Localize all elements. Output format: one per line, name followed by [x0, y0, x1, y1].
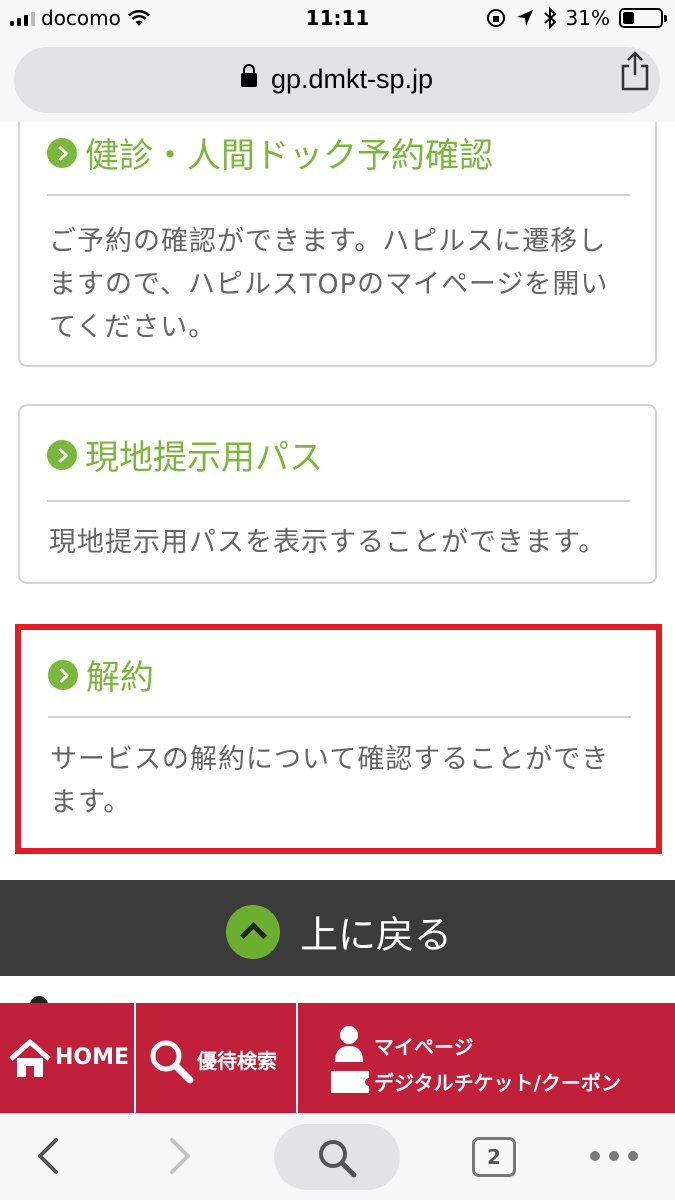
card-title-text: 解約	[86, 658, 154, 698]
browser-address-area: gp.dmkt-sp.jp	[0, 38, 675, 122]
location-icon	[516, 10, 533, 26]
chevron-right-icon	[48, 659, 78, 690]
ticket-icon	[331, 1071, 369, 1093]
desc-line: ご予約の確認ができます。ハピルスに遷移し	[49, 226, 607, 257]
battery-icon	[619, 8, 667, 28]
card-description: 現地提示用パスを表示することができます。	[49, 521, 634, 564]
nav-home-label: HOME	[55, 1045, 130, 1070]
nav-home-button[interactable]: HOME	[0, 1003, 136, 1113]
nav-mypage-label: マイページ	[374, 1035, 474, 1059]
more-icon[interactable]	[590, 1151, 638, 1161]
card-cancellation[interactable]: 解約 サービスの解約について確認することができ ます。	[15, 624, 662, 854]
card-title[interactable]: 健診・人間ドック予約確認	[47, 128, 493, 177]
person-icon	[335, 1026, 363, 1062]
desc-line: てください。	[49, 312, 217, 343]
back-to-top-label: 上に戻る	[300, 913, 453, 957]
desc-line: ますので、ハピルスTOPのマイページを開い	[49, 269, 609, 300]
forward-icon[interactable]	[166, 1136, 194, 1176]
browser-toolbar: 2	[0, 1113, 675, 1200]
card-title[interactable]: 現地提示用パス	[47, 430, 323, 479]
lock-icon	[240, 64, 257, 87]
nav-search-label: 優待検索	[197, 1049, 277, 1073]
card-description: サービスの解約について確認することができ ます。	[50, 738, 635, 824]
card-title[interactable]: 解約	[48, 650, 154, 699]
card-title-text: 健診・人間ドック予約確認	[85, 136, 493, 176]
card-health-checkup[interactable]: 健診・人間ドック予約確認 ご予約の確認ができます。ハピルスに遷移し ますので、ハ…	[18, 122, 657, 367]
card-title-text: 現地提示用パス	[85, 438, 323, 478]
status-bar: docomo 11:11 31%	[0, 0, 675, 38]
desc-line: ます。	[50, 787, 132, 818]
card-divider	[48, 716, 631, 718]
search-icon	[150, 1040, 194, 1084]
page-content: 健診・人間ドック予約確認 ご予約の確認ができます。ハピルスに遷移し ますので、ハ…	[0, 122, 675, 880]
desc-line: サービスの解約について確認することができ	[50, 744, 610, 775]
search-icon	[319, 1140, 357, 1178]
toolbar-search-button[interactable]	[274, 1124, 400, 1190]
nav-search-button[interactable]: 優待検索	[136, 1003, 298, 1113]
footer-peek	[0, 976, 675, 1014]
tabs-icon[interactable]: 2	[472, 1137, 516, 1177]
desc-line: 現地提示用パスを表示することができます。	[49, 527, 607, 558]
url-text: gp.dmkt-sp.jp	[270, 64, 434, 94]
bottom-nav: HOME 優待検索 マイページ デジタルチケット/クーポン	[0, 1003, 675, 1113]
back-icon[interactable]	[34, 1136, 62, 1176]
back-to-top-inner: 上に戻る	[226, 904, 452, 959]
battery-percent: 31%	[565, 6, 610, 30]
card-onsite-pass[interactable]: 現地提示用パス 現地提示用パスを表示することができます。	[18, 404, 657, 584]
tab-count: 2	[487, 1145, 501, 1169]
orientation-lock-icon	[486, 9, 505, 27]
url-display[interactable]: gp.dmkt-sp.jp	[14, 64, 660, 95]
home-icon	[9, 1039, 51, 1077]
chevron-right-icon	[47, 137, 77, 168]
address-bar[interactable]: gp.dmkt-sp.jp	[14, 47, 660, 113]
chevron-right-icon	[47, 439, 77, 470]
nav-ticket-label: デジタルチケット/クーポン	[374, 1071, 621, 1095]
back-to-top-button[interactable]: 上に戻る	[0, 880, 675, 976]
status-right: 31%	[485, 6, 667, 30]
card-divider	[47, 194, 630, 196]
nav-mypage-button[interactable]: マイページ デジタルチケット/クーポン	[298, 1003, 675, 1113]
chevron-up-icon	[226, 904, 280, 959]
bluetooth-icon	[543, 7, 556, 29]
card-divider	[47, 500, 630, 502]
battery-fill	[623, 12, 635, 24]
share-icon[interactable]	[619, 51, 651, 91]
card-description: ご予約の確認ができます。ハピルスに遷移し ますので、ハピルスTOPのマイページを…	[49, 220, 634, 349]
